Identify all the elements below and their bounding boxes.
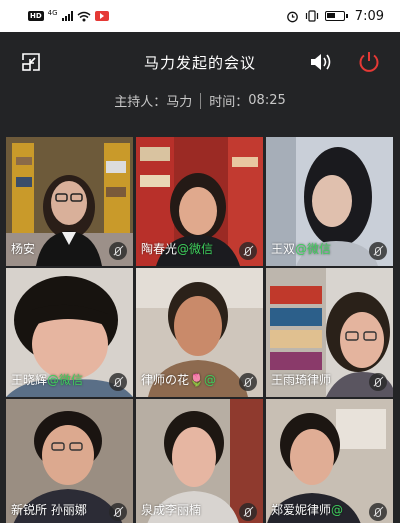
participant-tile[interactable]: 陶春光@微信: [136, 137, 263, 266]
participant-name: 郑爱妮律师@: [271, 503, 344, 517]
status-right: 7:09: [286, 9, 384, 24]
participant-name: 律师の花🌷@: [141, 373, 216, 387]
speaker-icon[interactable]: [308, 51, 334, 73]
meeting-title: 马力发起的会议: [143, 54, 256, 72]
participant-grid: 杨安 陶春光@微信 王双@微信 王晓辉@微信 律师の花🌷@ 王雨琦律师 新锐所 …: [6, 137, 394, 523]
participant-name: 陶春光@微信: [141, 242, 214, 256]
participant-tile[interactable]: 杨安: [6, 137, 133, 266]
time-label: 时间：: [209, 95, 249, 110]
participant-name: 泉成李丽楠: [141, 503, 202, 517]
participant-tile[interactable]: 王双@微信: [266, 137, 393, 266]
participant-name: 王雨琦律师: [271, 373, 332, 387]
meeting-screen: HD 4G 7:09 马力发起的会议 主持人： 马力 时间： 08:25 杨安 …: [0, 0, 400, 523]
host-info: 主持人： 马力 时间： 08:25: [0, 91, 400, 110]
participant-tile[interactable]: 律师の花🌷@: [136, 268, 263, 397]
mic-muted-icon: [109, 373, 127, 391]
screen-record-icon: [94, 11, 109, 21]
mic-muted-icon: [239, 503, 257, 521]
vibrate-icon: [305, 10, 318, 22]
participant-name: 新锐所 孙丽娜: [11, 503, 87, 517]
participant-tile[interactable]: 王雨琦律师: [266, 268, 393, 397]
mic-muted-icon: [239, 242, 257, 260]
participant-name: 王晓辉@微信: [11, 373, 84, 387]
participant-tile[interactable]: 王晓辉@微信: [6, 268, 133, 397]
mic-muted-icon: [109, 503, 127, 521]
participant-tile[interactable]: 郑爱妮律师@: [266, 399, 393, 523]
hd-badge: HD: [28, 11, 44, 21]
mic-muted-icon: [369, 373, 387, 391]
mic-muted-icon: [369, 503, 387, 521]
participant-name: 杨安: [11, 242, 36, 256]
elapsed-time: 08:25: [248, 93, 286, 108]
status-bar: HD 4G 7:09: [0, 0, 400, 32]
participant-name: 王双@微信: [271, 242, 332, 256]
participant-tile[interactable]: 泉成李丽楠: [136, 399, 263, 523]
signal-icon: [61, 11, 73, 21]
participant-tile[interactable]: 新锐所 孙丽娜: [6, 399, 133, 523]
network-type: 4G: [47, 9, 58, 17]
alarm-icon: [286, 11, 298, 22]
meeting-header: 马力发起的会议 主持人： 马力 时间： 08:25: [0, 32, 400, 127]
mic-muted-icon: [109, 242, 127, 260]
battery-icon: [324, 11, 348, 21]
mic-muted-icon: [239, 373, 257, 391]
power-icon[interactable]: [356, 49, 382, 75]
host-name: 马力: [166, 95, 193, 110]
status-left: HD 4G: [28, 9, 109, 22]
status-time: 7:09: [354, 8, 384, 24]
mic-muted-icon: [369, 242, 387, 260]
wifi-icon: [77, 11, 91, 21]
divider: [200, 92, 202, 109]
host-label: 主持人：: [114, 95, 167, 110]
